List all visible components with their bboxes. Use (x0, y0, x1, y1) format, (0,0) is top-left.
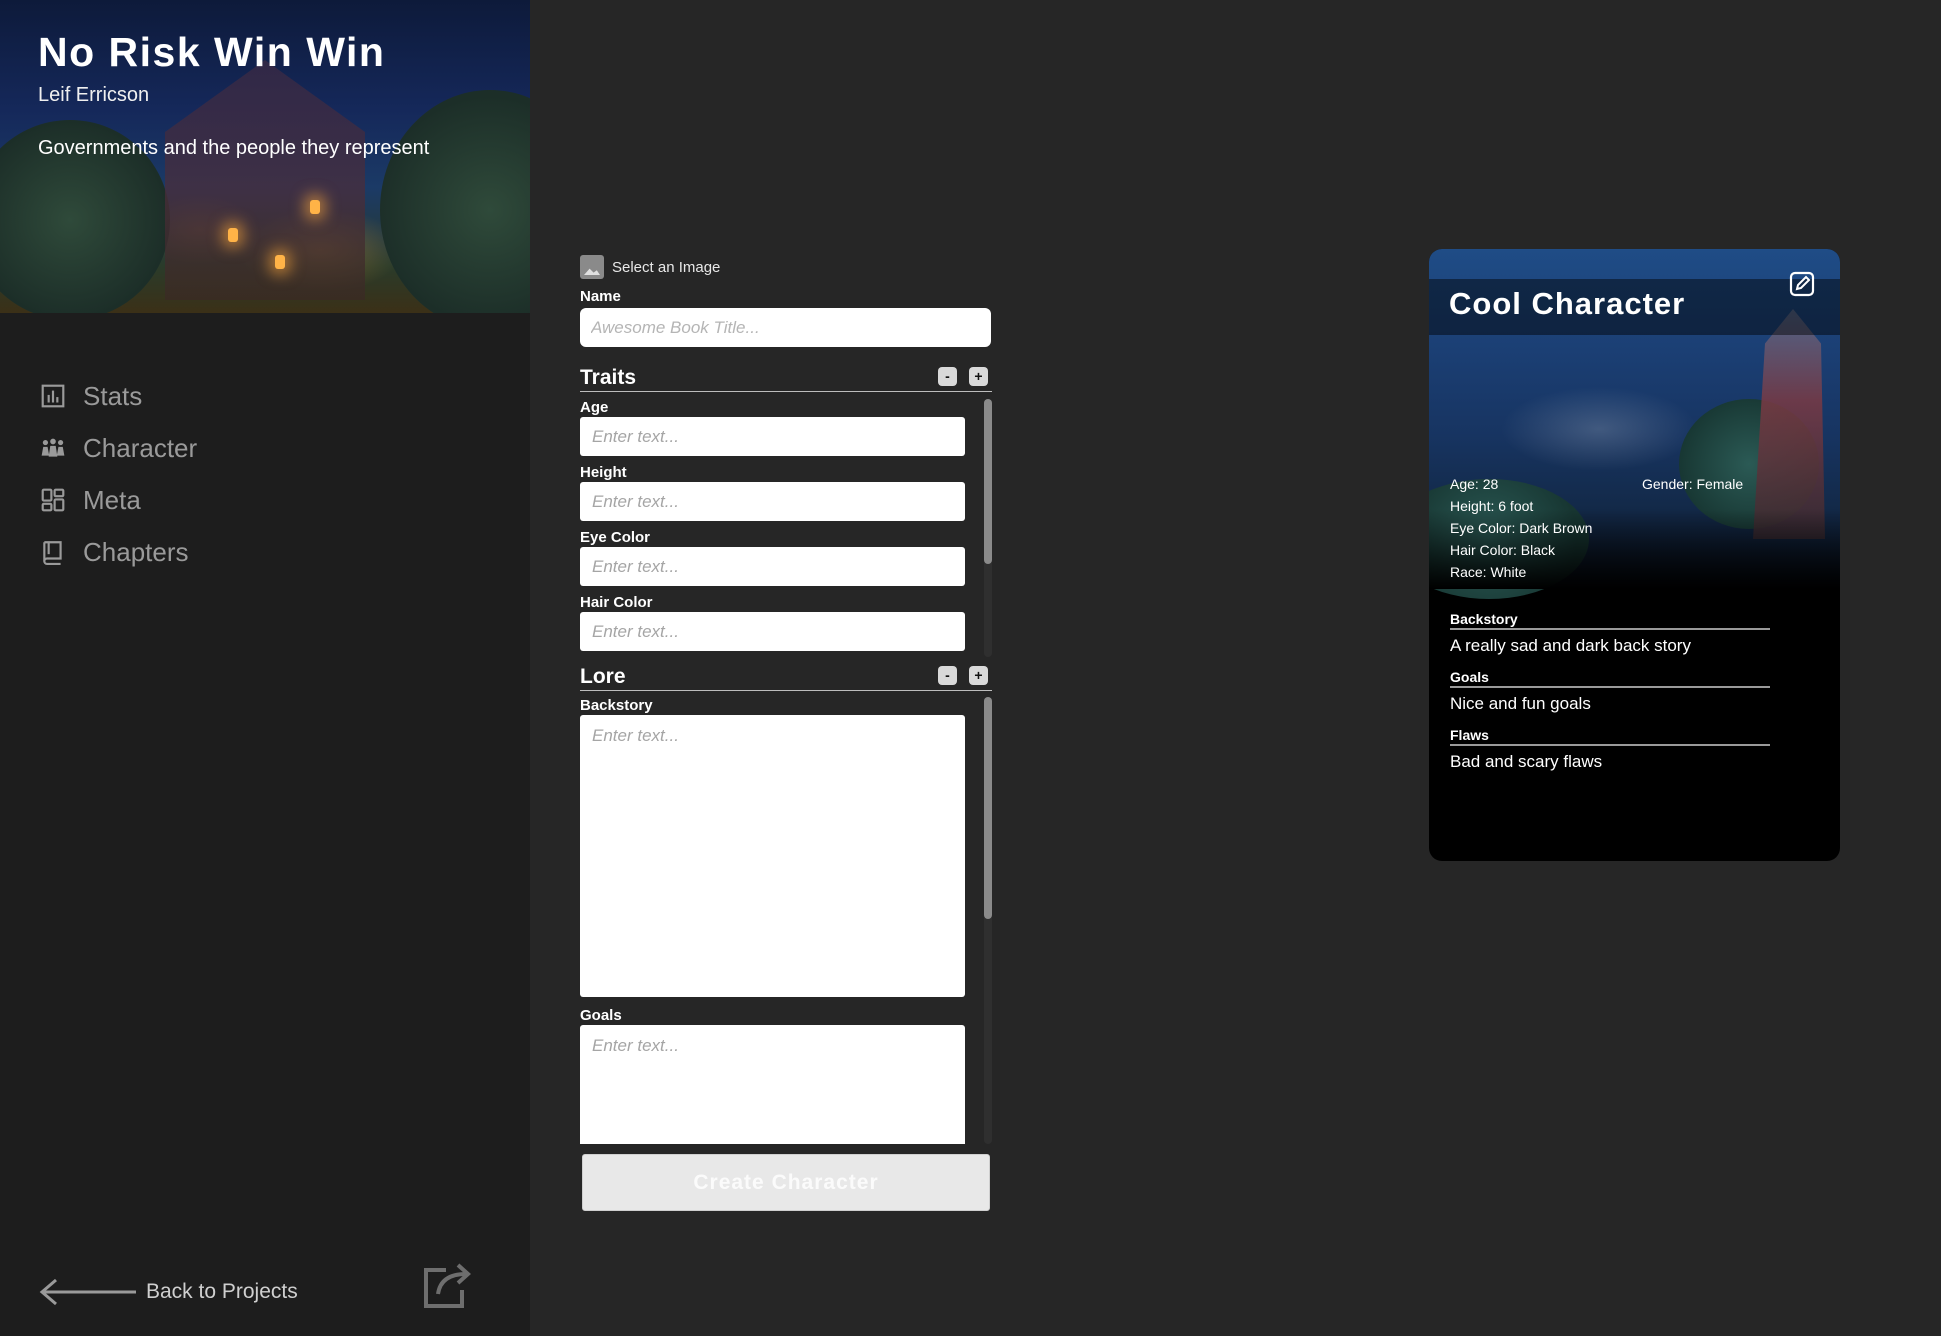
banner-window-light (228, 228, 238, 242)
select-image-button[interactable]: Select an Image (580, 254, 992, 280)
field-label: Backstory (580, 697, 653, 714)
trait-field-hair-color: Hair Color (580, 594, 965, 651)
lore-text: Nice and fun goals (1450, 694, 1591, 713)
character-form: Select an Image Name Traits - + Age Heig… (580, 254, 992, 1211)
share-icon[interactable] (422, 1260, 474, 1310)
name-label: Name (580, 288, 621, 305)
lore-goals: Goals Nice and fun goals (1450, 669, 1770, 714)
edit-icon[interactable] (1788, 270, 1816, 298)
character-card: Cool Character Age: 28 Height: 6 foot Ey… (1429, 249, 1840, 861)
project-title: No Risk Win Win (38, 29, 386, 75)
lore-field-goals: Goals (580, 1007, 965, 1144)
traits-remove-button[interactable]: - (938, 367, 957, 386)
traits-scroll-thumb[interactable] (984, 399, 992, 564)
banner-window-light (275, 255, 285, 269)
lore-scrollbar[interactable] (984, 697, 992, 1144)
traits-add-button[interactable]: + (969, 367, 988, 386)
dashboard-icon (41, 488, 65, 512)
age-input[interactable] (580, 417, 965, 456)
field-label: Age (580, 399, 609, 416)
sidebar-item-label: Character (83, 432, 198, 463)
lore-heading: Goals (1450, 669, 1770, 688)
traits-title: Traits (580, 366, 637, 389)
field-label: Height (580, 464, 627, 481)
back-to-projects-label: Back to Projects (146, 1280, 298, 1303)
lore-list: Backstory Goals (580, 697, 992, 1144)
field-label: Goals (580, 1007, 622, 1024)
trait-field-height: Height (580, 464, 965, 521)
backstory-textarea[interactable] (580, 715, 965, 997)
stat-gender: Gender: Female (1642, 476, 1744, 492)
hair-color-input[interactable] (580, 612, 965, 651)
lore-heading: Backstory (1450, 611, 1770, 630)
sidebar-item-label: Chapters (83, 536, 189, 567)
sidebar-item-meta[interactable]: Meta (40, 474, 197, 526)
stat-hair-color: Hair Color: Black (1450, 542, 1556, 558)
sidebar-nav: Stats Character Meta Chapters (40, 370, 197, 578)
goals-textarea[interactable] (580, 1025, 965, 1144)
project-info: No Risk Win Win Leif Erricson Government… (38, 28, 429, 160)
sidebar-footer: Back to Projects (38, 1255, 478, 1325)
sidebar-item-label: Meta (83, 484, 141, 515)
project-banner: No Risk Win Win Leif Erricson Government… (0, 0, 530, 313)
stat-eye-color: Eye Color: Dark Brown (1450, 520, 1593, 536)
traits-section-header: Traits - + (580, 366, 992, 392)
back-to-projects-link[interactable]: Back to Projects (38, 1277, 298, 1307)
sidebar-item-chapters[interactable]: Chapters (40, 526, 197, 578)
stat-height: Height: 6 foot (1450, 498, 1534, 514)
lore-title: Lore (580, 665, 626, 688)
name-input[interactable] (580, 308, 991, 347)
create-character-button[interactable]: Create Character (582, 1154, 990, 1211)
lore-heading: Flaws (1450, 727, 1770, 746)
lore-backstory: Backstory A really sad and dark back sto… (1450, 611, 1770, 656)
stat-age: Age: 28 (1450, 476, 1499, 492)
stat-race: Race: White (1450, 564, 1527, 580)
image-icon (580, 255, 604, 279)
book-icon (43, 541, 62, 565)
traits-list: Age Height Eye Color Hair Color (580, 399, 992, 664)
field-label: Hair Color (580, 594, 653, 611)
lore-add-button[interactable]: + (969, 666, 988, 685)
eye-color-input[interactable] (580, 547, 965, 586)
lore-remove-button[interactable]: - (938, 666, 957, 685)
sidebar-item-character[interactable]: Character (40, 422, 197, 474)
lore-text: Bad and scary flaws (1450, 752, 1603, 771)
stats-icon (41, 384, 65, 408)
sidebar-item-label: Stats (83, 380, 143, 411)
lore-flaws: Flaws Bad and scary flaws (1450, 727, 1770, 772)
character-stats: Age: 28 Height: 6 foot Eye Color: Dark B… (1450, 473, 1592, 583)
project-author: Leif Erricson (38, 84, 150, 106)
trait-field-eye-color: Eye Color (580, 529, 965, 586)
arrow-left-icon (39, 1278, 136, 1306)
card-tower (1753, 309, 1825, 539)
people-icon (41, 438, 65, 457)
select-image-label: Select an Image (612, 258, 721, 276)
lore-section-header: Lore - + (580, 665, 992, 691)
sidebar: No Risk Win Win Leif Erricson Government… (0, 0, 530, 1336)
trait-field-age: Age (580, 399, 965, 456)
lore-scroll-thumb[interactable] (984, 697, 992, 919)
lore-field-backstory: Backstory (580, 697, 965, 997)
height-input[interactable] (580, 482, 965, 521)
banner-window-light (310, 200, 320, 214)
lore-text: A really sad and dark back story (1450, 636, 1691, 655)
sidebar-item-stats[interactable]: Stats (40, 370, 197, 422)
project-description: Governments and the people they represen… (38, 137, 430, 159)
character-lore: Backstory A really sad and dark back sto… (1450, 611, 1770, 785)
character-name: Cool Character (1449, 286, 1686, 321)
field-label: Eye Color (580, 529, 651, 546)
traits-scrollbar[interactable] (984, 399, 992, 657)
